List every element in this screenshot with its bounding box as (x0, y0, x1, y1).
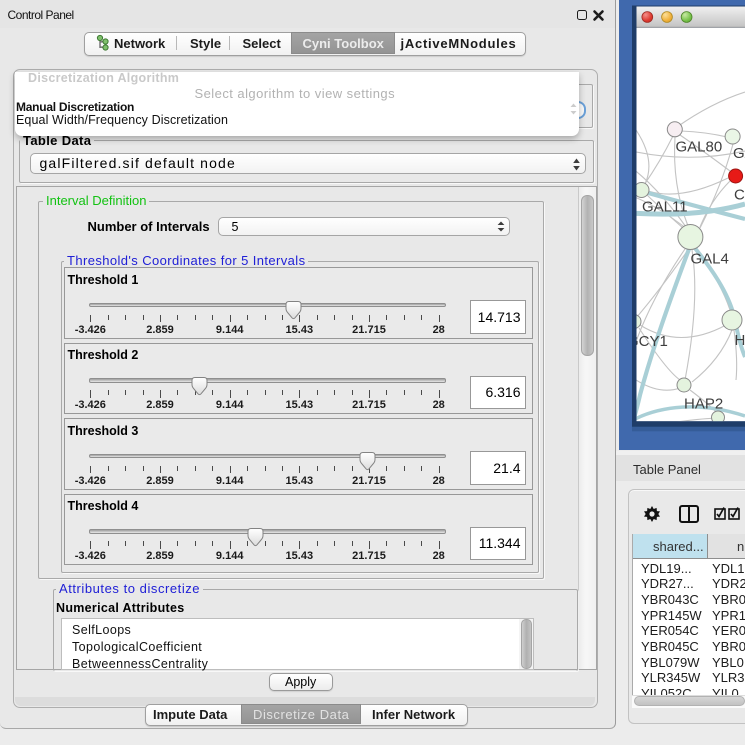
svg-text:GAL11: GAL11 (642, 199, 688, 216)
svg-text:GA: GA (733, 145, 745, 162)
svg-text:HAP2: HAP2 (684, 396, 723, 413)
svg-text:C: C (734, 187, 745, 204)
svg-text:GAL4: GAL4 (691, 251, 729, 268)
svg-text:GAL80: GAL80 (676, 139, 723, 156)
svg-text:H: H (735, 332, 745, 349)
